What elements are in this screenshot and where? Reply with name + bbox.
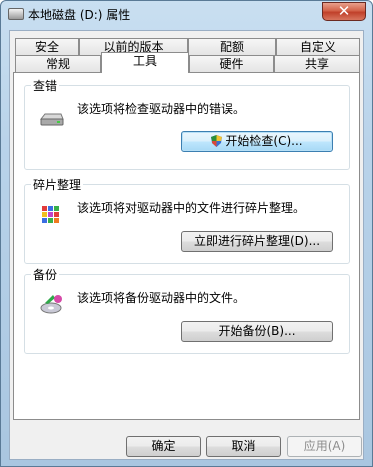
- group-title-backup: 备份: [31, 266, 60, 283]
- tab-security[interactable]: 安全: [15, 38, 79, 56]
- drive-icon: [8, 8, 24, 20]
- check-now-button[interactable]: 开始检查(C)...: [181, 131, 333, 152]
- defrag-icon: [39, 203, 65, 227]
- defragmentation-group: 碎片整理 该选项将对驱动器中的文件进行碎片整理。 立即进行碎片整理(D)...: [24, 176, 350, 264]
- uac-shield-icon: [211, 134, 223, 147]
- backup-group: 备份 该选项将备份驱动器中的文件。 开始备份(B)...: [24, 266, 350, 354]
- defragment-now-button[interactable]: 立即进行碎片整理(D)...: [181, 231, 333, 252]
- tools-tab-panel: 查错 该选项将检查驱动器中的错误。 开始检查(C)... 碎片整理 该选项将对驱…: [13, 72, 360, 420]
- error-checking-description: 该选项将检查驱动器中的错误。: [77, 102, 246, 116]
- backup-now-button[interactable]: 开始备份(B)...: [181, 321, 333, 342]
- window-title: 本地磁盘 (D:) 属性: [28, 8, 131, 22]
- tab-tools[interactable]: 工具: [101, 52, 189, 73]
- properties-window: 本地磁盘 (D:) 属性 ✕ 安全 以前的版本 配额 自定义 常规 工具 硬件 …: [0, 0, 373, 467]
- group-title-error-checking: 查错: [31, 77, 60, 94]
- close-button[interactable]: ✕: [322, 2, 366, 21]
- drive-check-icon: [39, 107, 65, 131]
- tab-hardware[interactable]: 硬件: [189, 55, 274, 73]
- close-icon: ✕: [337, 2, 351, 20]
- cancel-button[interactable]: 取消: [206, 436, 281, 457]
- backup-icon: [39, 293, 65, 317]
- tab-general[interactable]: 常规: [15, 55, 101, 73]
- title-bar[interactable]: 本地磁盘 (D:) 属性 ✕: [1, 1, 372, 29]
- dialog-client-area: 安全 以前的版本 配额 自定义 常规 工具 硬件 共享 查错 该选项将检查驱动器…: [9, 30, 364, 460]
- check-now-label: 开始检查(C)...: [225, 134, 303, 148]
- apply-button[interactable]: 应用(A): [287, 436, 362, 457]
- tab-sharing[interactable]: 共享: [274, 55, 360, 73]
- defragmentation-description: 该选项将对驱动器中的文件进行碎片整理。: [77, 201, 306, 215]
- ok-button[interactable]: 确定: [126, 436, 201, 457]
- tab-quota[interactable]: 配额: [188, 38, 276, 56]
- error-checking-group: 查错 该选项将检查驱动器中的错误。 开始检查(C)...: [24, 77, 350, 170]
- group-title-defragmentation: 碎片整理: [31, 176, 84, 193]
- tab-customize[interactable]: 自定义: [276, 38, 360, 56]
- backup-description: 该选项将备份驱动器中的文件。: [77, 291, 246, 305]
